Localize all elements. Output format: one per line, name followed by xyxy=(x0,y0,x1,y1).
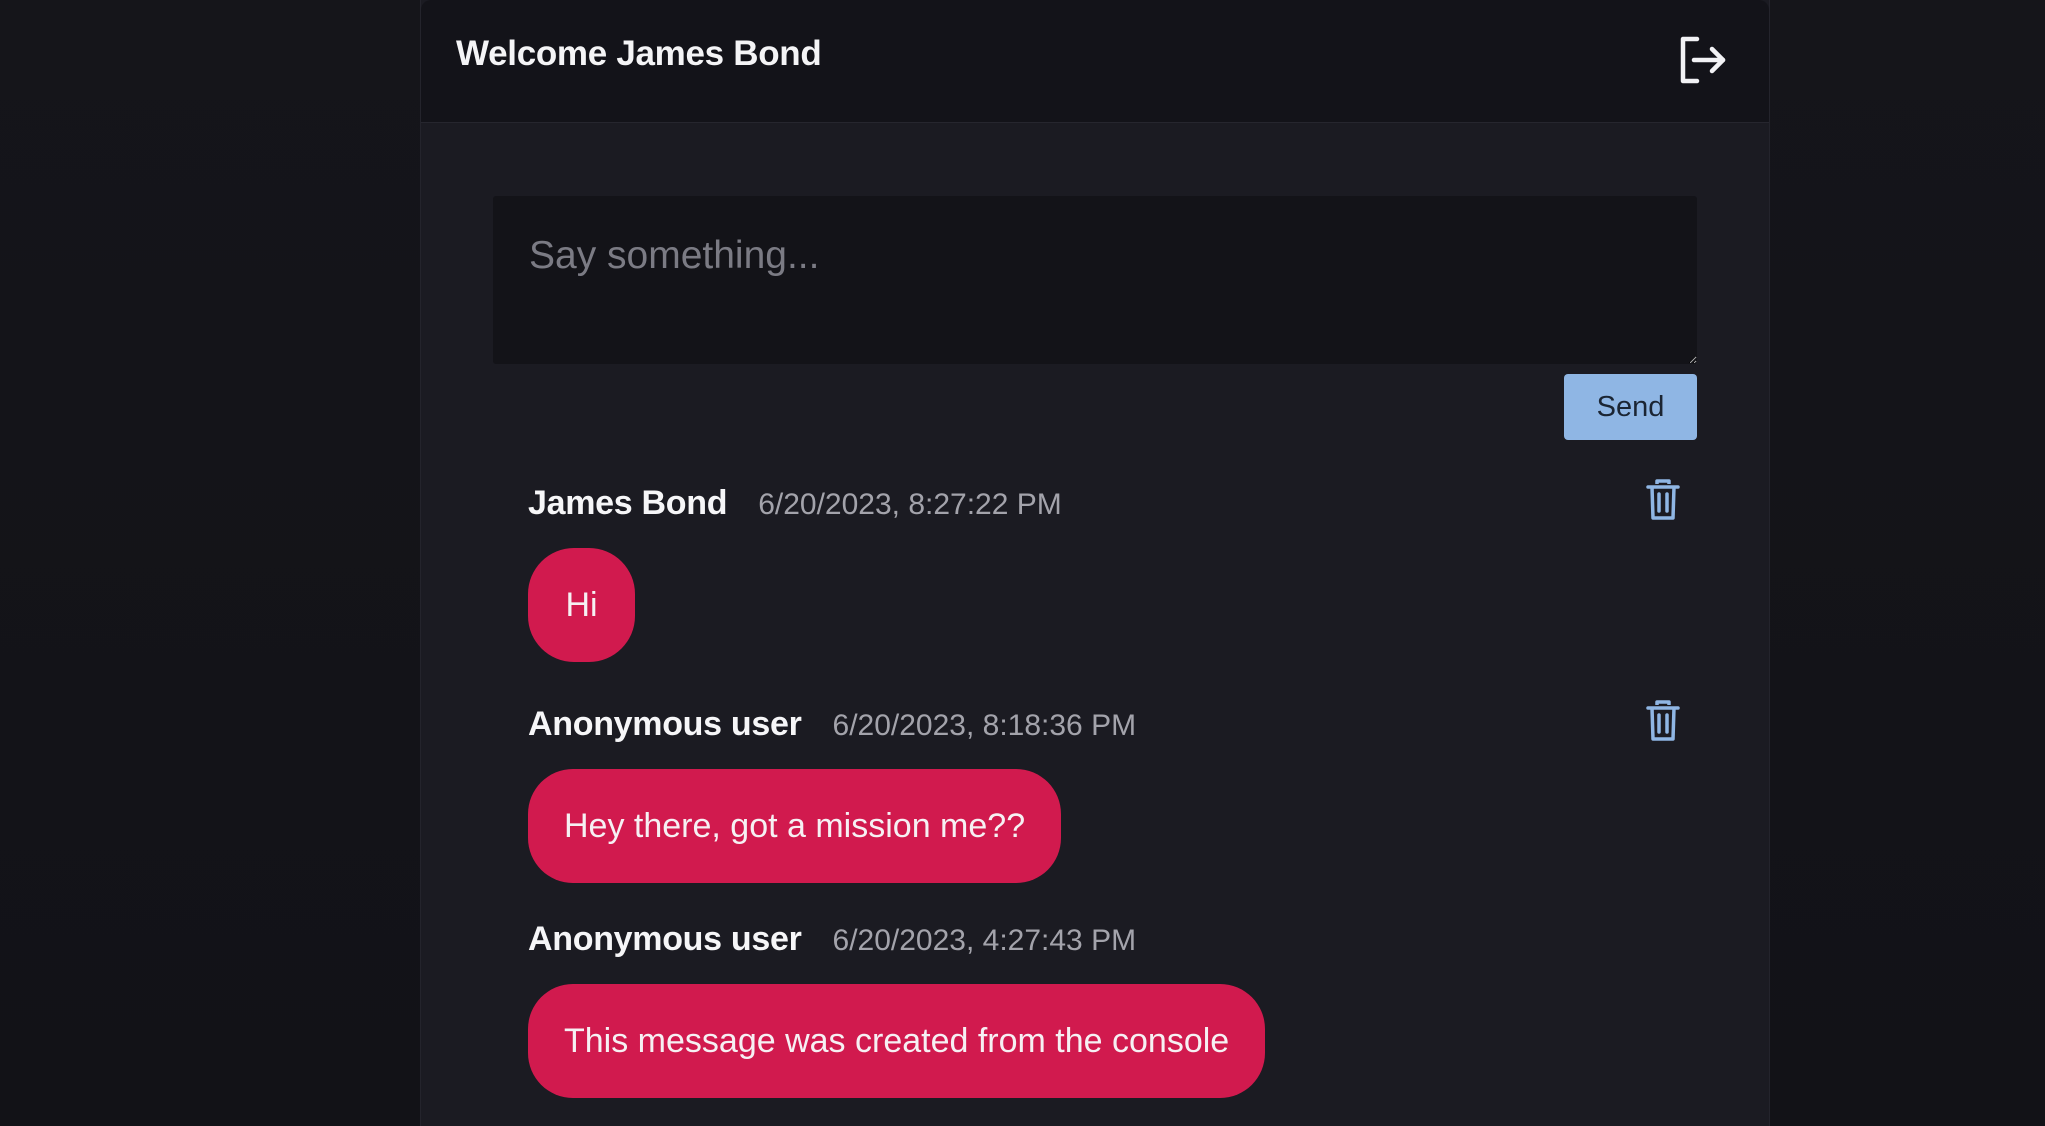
message-meta: James Bond 6/20/2023, 8:27:22 PM xyxy=(528,484,1678,524)
trash-icon[interactable] xyxy=(1643,699,1683,745)
message-meta: Anonymous user 6/20/2023, 4:27:43 PM xyxy=(528,920,1678,960)
message-timestamp: 6/20/2023, 4:27:43 PM xyxy=(832,924,1137,957)
message-author: Anonymous user xyxy=(528,920,802,958)
message-bubble: Hi xyxy=(528,548,635,662)
message-bubble: Hey there, got a mission me?? xyxy=(528,769,1062,883)
chat-header: Welcome James Bond xyxy=(421,0,1769,123)
message-item: Anonymous user 6/20/2023, 8:18:36 PM Hey… xyxy=(528,700,1680,883)
message-timestamp: 6/20/2023, 8:18:36 PM xyxy=(832,709,1137,742)
message-item: Anonymous user 6/20/2023, 4:27:43 PM Thi… xyxy=(528,920,1678,1098)
chat-panel: Welcome James Bond Send James Bond 6/20/… xyxy=(420,0,1770,1126)
message-author: Anonymous user xyxy=(528,705,802,743)
send-button[interactable]: Send xyxy=(1564,374,1697,440)
page: Welcome James Bond Send James Bond 6/20/… xyxy=(0,0,2045,1126)
message-meta: Anonymous user 6/20/2023, 8:18:36 PM xyxy=(528,705,1678,745)
message-author: James Bond xyxy=(528,484,728,522)
welcome-title: Welcome James Bond xyxy=(456,34,822,73)
logout-icon[interactable] xyxy=(1675,33,1729,87)
message-timestamp: 6/20/2023, 8:27:22 PM xyxy=(758,488,1062,521)
message-item: James Bond 6/20/2023, 8:27:22 PM Hi xyxy=(528,479,1680,662)
message-bubble: This message was created from the consol… xyxy=(528,984,1266,1098)
trash-icon[interactable] xyxy=(1643,478,1683,524)
message-input[interactable] xyxy=(493,196,1697,364)
